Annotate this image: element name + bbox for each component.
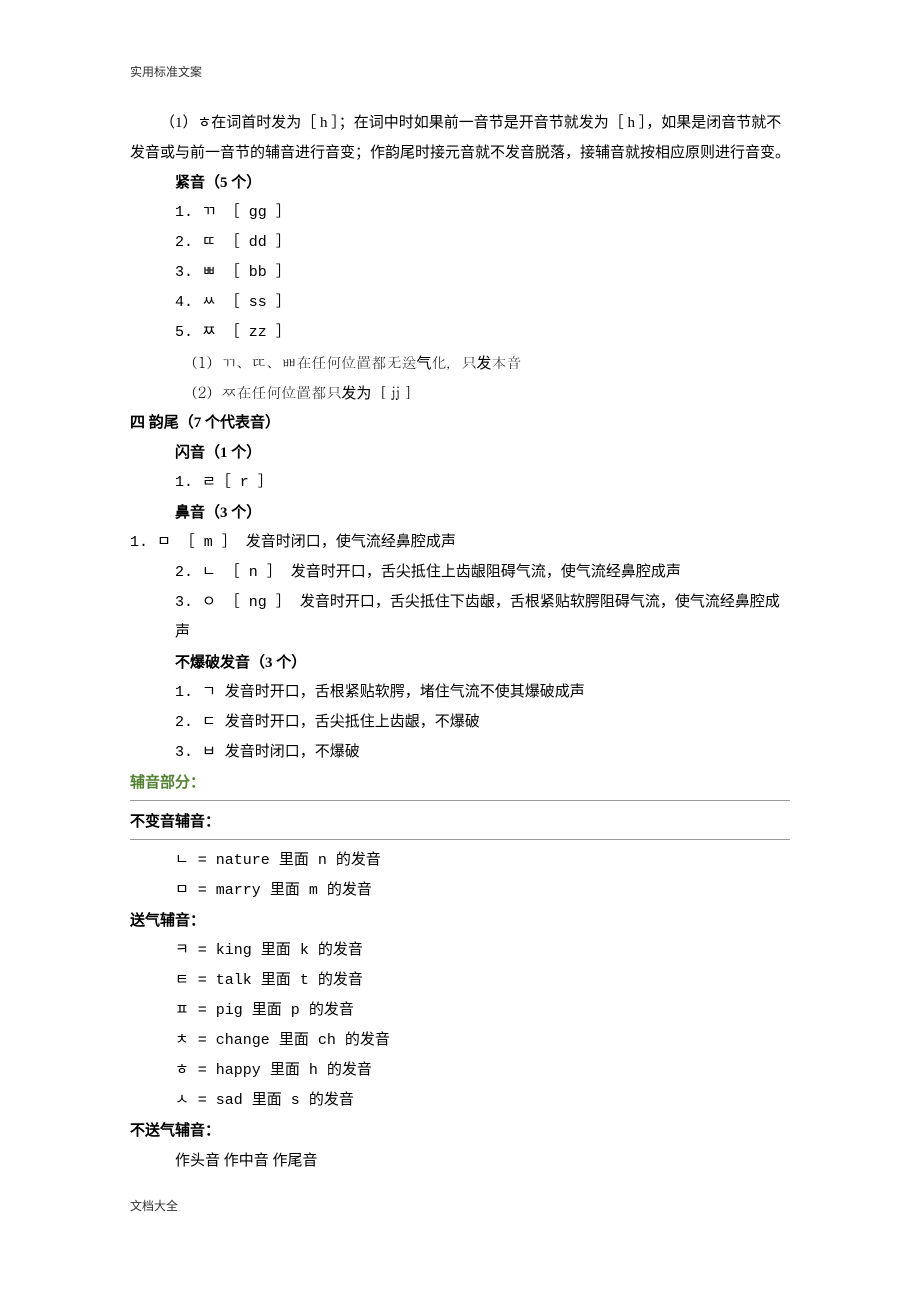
stop-item-1: 1. ㄱ 发音时开口，舌根紧贴软腭，堵住气流不使其爆破成声 [175, 678, 790, 708]
tense-item-4: 4. ㅆ ［ ss ］ [175, 288, 790, 318]
aspirated-item-1: ㅋ = king 里面 k 的发音 [175, 936, 790, 966]
nasal-title: 鼻音（3 个） [175, 498, 790, 528]
stop-item-3: 3. ㅂ 发音时闭口，不爆破 [175, 738, 790, 768]
unaspirated-title: 不送气辅音： [130, 1116, 790, 1146]
invariant-item-1: ㄴ = nature 里面 n 的发音 [175, 846, 790, 876]
final-title: 四 韵尾（7 个代表音） [130, 408, 790, 438]
aspirated-item-4: ㅊ = change 里面 ch 的发音 [175, 1026, 790, 1056]
aspirated-title: 送气辅音： [130, 906, 790, 936]
nasal-item-2: 2. ㄴ ［ n ］ 发音时开口，舌尖抵住上齿龈阻碍气流，使气流经鼻腔成声 [175, 558, 790, 588]
nasal-item-1: 1. ㅁ ［ m ］ 发音时闭口，使气流经鼻腔成声 [130, 528, 790, 558]
tense-item-2: 2. ㄸ ［ dd ］ [175, 228, 790, 258]
tense-title: 紧音（5 个） [175, 168, 790, 198]
page-header-note: 实用标准文案 [130, 60, 790, 84]
tense-item-5: 5. ㅉ ［ zz ］ [175, 318, 790, 348]
stop-item-2: 2. ㄷ 发音时开口，舌尖抵住上齿龈，不爆破 [175, 708, 790, 738]
unaspirated-row: 作头音 作中音 作尾音 [175, 1146, 790, 1176]
aspirated-item-6: ㅅ = sad 里面 s 的发音 [175, 1086, 790, 1116]
intro-paragraph: （1）ㅎ在词首时发为［ h ］；在词中时如果前一音节是开音节就发为［ h ］，如… [130, 108, 790, 168]
tense-item-1: 1. ㄲ ［ gg ］ [175, 198, 790, 228]
aspirated-item-3: ㅍ = pig 里面 p 的发音 [175, 996, 790, 1026]
invariant-title: 不变音辅音： [130, 807, 790, 837]
tense-note-2: （2）ㅉ在任何位置都只发为［ jj ］ [183, 378, 791, 408]
flap-title: 闪音（1 个） [175, 438, 790, 468]
tense-item-3: 3. ㅃ ［ bb ］ [175, 258, 790, 288]
divider-2 [130, 839, 790, 840]
tense-note-1: （1）ㄲ、ㄸ、ㅃ在任何位置都无送气化，只发本音 [183, 348, 791, 378]
invariant-item-2: ㅁ = marry 里面 m 的发音 [175, 876, 790, 906]
divider-1 [130, 800, 790, 801]
flap-item: 1. ㄹ［ r ］ [175, 468, 790, 498]
stop-title: 不爆破发音（3 个） [175, 648, 790, 678]
aspirated-item-5: ㅎ = happy 里面 h 的发音 [175, 1056, 790, 1086]
nasal-item-3: 3. ㅇ ［ ng ］ 发音时开口，舌尖抵住下齿龈，舌根紧贴软腭阻碍气流，使气流… [175, 588, 790, 648]
green-section-title: 辅音部分： [130, 768, 790, 798]
aspirated-item-2: ㅌ = talk 里面 t 的发音 [175, 966, 790, 996]
page-footer-note: 文档大全 [130, 1194, 790, 1218]
